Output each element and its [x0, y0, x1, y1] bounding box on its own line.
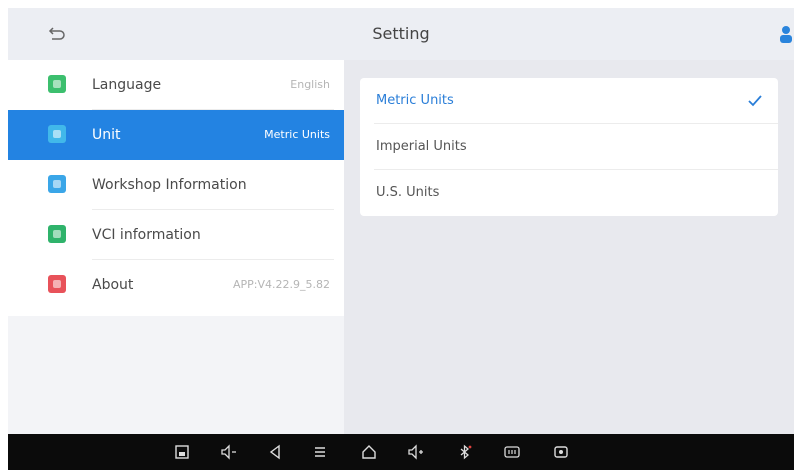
- language-icon: [48, 75, 66, 93]
- bluetooth-icon[interactable]: [456, 443, 474, 461]
- volume-down-icon[interactable]: [220, 443, 238, 461]
- menu-icon[interactable]: [311, 443, 329, 461]
- settings-window: Setting Language English Unit Metric Uni…: [8, 8, 794, 434]
- sidebar-item-label: Language: [92, 77, 162, 93]
- user-icon[interactable]: [778, 24, 794, 46]
- checkmark-icon: [748, 95, 762, 107]
- page-title: Setting: [372, 24, 430, 43]
- home-icon[interactable]: [360, 443, 378, 461]
- sidebar-item-label: Workshop Information: [92, 177, 247, 193]
- sidebar-item-label: VCI information: [92, 227, 201, 243]
- header-bar: Setting: [8, 8, 794, 60]
- unit-icon: [48, 125, 66, 143]
- sidebar-item-workshop-information[interactable]: Workshop Information: [8, 160, 344, 210]
- sidebar-item-label: Unit: [92, 127, 121, 143]
- screen: Setting Language English Unit Metric Uni…: [0, 0, 794, 470]
- unit-options-list: Metric Units Imperial Units U.S. Units: [360, 78, 778, 216]
- option-us-units[interactable]: U.S. Units: [360, 170, 778, 216]
- system-navigation-bar: [8, 434, 794, 470]
- sidebar-item-label: About: [92, 277, 134, 293]
- sidebar-item-unit[interactable]: Unit Metric Units: [8, 110, 344, 160]
- volume-up-icon[interactable]: [407, 443, 425, 461]
- back-icon[interactable]: [266, 443, 284, 461]
- workshop-icon: [48, 175, 66, 193]
- sidebar-item-language[interactable]: Language English: [8, 60, 344, 110]
- settings-sidebar: Language English Unit Metric Units Works…: [8, 60, 344, 434]
- option-label: Imperial Units: [376, 139, 467, 154]
- sidebar-item-vci-information[interactable]: VCI information: [8, 210, 344, 260]
- sidebar-item-value: APP:V4.22.9_5.82: [232, 278, 330, 291]
- sidebar-item-about[interactable]: About APP:V4.22.9_5.82: [8, 260, 344, 310]
- sidebar-item-value: Metric Units: [264, 128, 330, 141]
- screenshot-icon[interactable]: [173, 443, 191, 461]
- option-imperial-units[interactable]: Imperial Units: [360, 124, 778, 170]
- option-metric-units[interactable]: Metric Units: [360, 78, 778, 124]
- settings-menu: Language English Unit Metric Units Works…: [8, 60, 344, 316]
- screen-record-icon[interactable]: [552, 443, 570, 461]
- sidebar-item-value: English: [290, 78, 330, 91]
- option-label: U.S. Units: [376, 185, 440, 200]
- option-label: Metric Units: [376, 93, 454, 108]
- about-icon: [48, 275, 66, 293]
- vci-icon: [48, 225, 66, 243]
- vci-status-icon[interactable]: [503, 443, 521, 461]
